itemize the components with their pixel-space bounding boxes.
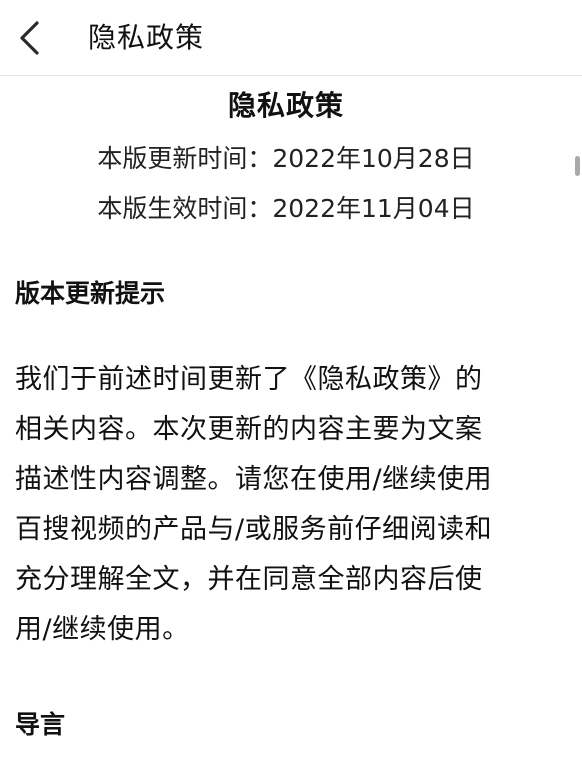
scrollbar-thumb[interactable] [575,156,580,176]
version-update-paragraph: 我们于前述时间更新了《隐私政策》的 相关内容。本次更新的内容主要为文案 描述性内… [15,365,550,665]
paragraph-line: 用/继续使用。 [15,614,190,645]
section-heading-version-update: 版本更新提示 [15,279,166,308]
paragraph-line: 百搜视频的产品与/或服务前仔细阅读和 [15,514,493,545]
effective-date-text: 本版生效时间：2022年11月04日 [97,194,475,223]
app-bar-title: 隐私政策 [88,21,205,54]
chevron-left-icon [20,21,39,55]
scrollbar-track[interactable] [574,76,582,779]
section-heading-introduction: 导言 [15,710,66,739]
paragraph-line: 充分理解全文，并在同意全部内容后使 [15,564,483,595]
updated-date-text: 本版更新时间：2022年10月28日 [97,144,475,173]
app-bar: 隐私政策 [0,0,582,76]
back-button[interactable] [10,18,48,58]
paragraph-line: 描述性内容调整。请您在使用/继续使用 [15,464,493,495]
document-title: 隐私政策 [227,89,344,122]
privacy-policy-content[interactable]: 隐私政策 本版更新时间：2022年10月28日 本版生效时间：2022年11月0… [0,76,582,779]
paragraph-line: 我们于前述时间更新了《隐私政策》的 [15,364,483,395]
paragraph-line: 相关内容。本次更新的内容主要为文案 [15,414,483,445]
